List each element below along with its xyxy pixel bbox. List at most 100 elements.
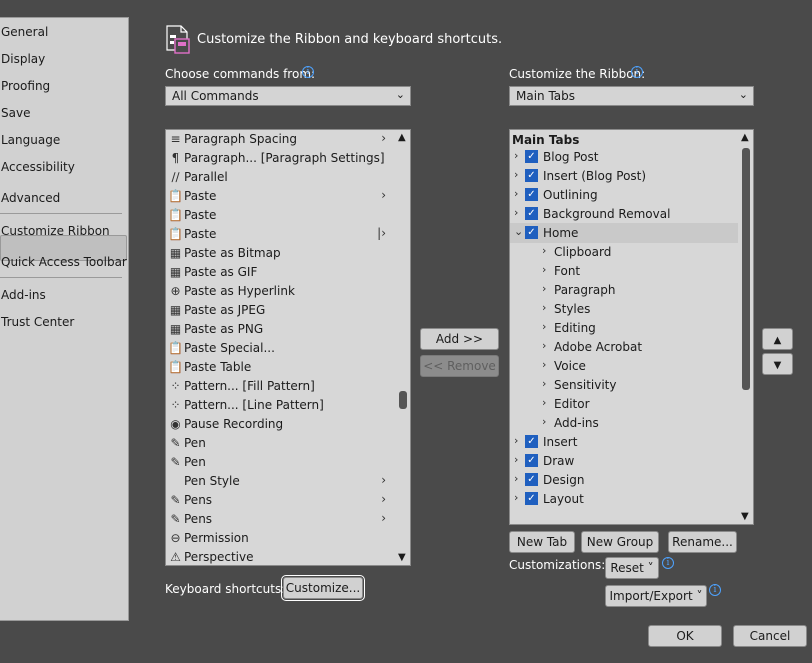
tree-group-item[interactable]: › Adobe Acrobat [510, 337, 738, 357]
chevron-right-icon[interactable]: › [514, 453, 518, 466]
tab-checkbox[interactable]: ✓ [525, 473, 538, 486]
tab-checkbox[interactable]: ✓ [525, 454, 538, 467]
command-item[interactable]: ▦ Paste as GIF [166, 263, 392, 282]
nav-item-save[interactable]: Save [1, 106, 30, 120]
nav-item-proofing[interactable]: Proofing [1, 79, 50, 93]
command-item[interactable]: ∕∕ Parallel [166, 168, 392, 187]
nav-item-general[interactable]: General [1, 25, 48, 39]
move-down-button[interactable]: ▼ [762, 353, 793, 375]
command-item[interactable]: ≡ Paragraph Spacing › [166, 130, 392, 149]
command-item[interactable]: ✎ Pens › [166, 510, 392, 529]
customize-shortcuts-button[interactable]: Customize... [281, 575, 365, 601]
chevron-right-icon[interactable]: › [514, 206, 518, 219]
cancel-button[interactable]: Cancel [733, 625, 807, 647]
nav-item-language[interactable]: Language [1, 133, 60, 147]
commands-list[interactable]: ≡ Paragraph Spacing › ¶ Paragraph... [Paragr… [165, 129, 411, 566]
info-icon[interactable]: i [631, 66, 643, 78]
new-tab-button[interactable]: New Tab [509, 531, 575, 553]
scroll-down-icon[interactable]: ▼ [741, 511, 749, 522]
command-item[interactable]: ⊕ Paste as Hyperlink [166, 282, 392, 301]
chevron-right-icon[interactable]: › [542, 301, 546, 314]
command-item[interactable]: ◉ Pause Recording [166, 415, 392, 434]
chevron-right-icon[interactable]: › [514, 491, 518, 504]
move-up-button[interactable]: ▲ [762, 328, 793, 350]
tree-tab-item[interactable]: › ✓ Insert [510, 432, 738, 452]
tab-checkbox[interactable]: ✓ [525, 188, 538, 201]
customize-ribbon-dropdown[interactable]: Main Tabs ⌄ [509, 86, 754, 106]
command-item[interactable]: ✎ Pens › [166, 491, 392, 510]
tree-group-item[interactable]: › Paragraph [510, 280, 738, 300]
scroll-up-icon[interactable]: ▲ [741, 132, 749, 143]
chevron-right-icon[interactable]: › [514, 149, 518, 162]
chevron-right-icon[interactable]: › [542, 358, 546, 371]
command-item[interactable]: ⁘ Pattern... [Fill Pattern] [166, 377, 392, 396]
remove-button[interactable]: << Remove [420, 355, 499, 377]
tree-group-item[interactable]: › Voice [510, 356, 738, 376]
chevron-right-icon[interactable]: › [542, 396, 546, 409]
chevron-right-icon[interactable]: › [542, 263, 546, 276]
import-export-button[interactable]: Import/Export ˅ [605, 585, 707, 607]
reset-button[interactable]: Reset ˅ [605, 557, 659, 579]
chevron-right-icon[interactable]: › [514, 472, 518, 485]
tree-group-item[interactable]: › Font [510, 261, 738, 281]
chevron-right-icon[interactable]: › [542, 339, 546, 352]
command-item[interactable]: ✎ Pen [166, 453, 392, 472]
command-item[interactable]: Pen Style › [166, 472, 392, 491]
chevron-right-icon[interactable]: › [514, 434, 518, 447]
tab-checkbox[interactable]: ✓ [525, 169, 538, 182]
command-item[interactable]: 📋 Paste › [166, 187, 392, 206]
tree-group-item[interactable]: › Styles [510, 299, 738, 319]
command-item[interactable]: ⁘ Pattern... [Line Pattern] [166, 396, 392, 415]
command-item[interactable]: 📋 Paste Table [166, 358, 392, 377]
tree-group-item[interactable]: › Editing [510, 318, 738, 338]
command-item[interactable]: ✎ Pen [166, 434, 392, 453]
scroll-down-icon[interactable]: ▼ [398, 552, 406, 563]
ok-button[interactable]: OK [648, 625, 722, 647]
tab-checkbox[interactable]: ✓ [525, 492, 538, 505]
tree-tab-item[interactable]: › ✓ Draw [510, 451, 738, 471]
tree-tab-item[interactable]: › ✓ Background Removal [510, 204, 738, 224]
scroll-thumb[interactable] [399, 391, 407, 409]
tree-group-item[interactable]: › Editor [510, 394, 738, 414]
chevron-right-icon[interactable]: › [542, 377, 546, 390]
tree-tab-item[interactable]: › ✓ Outlining [510, 185, 738, 205]
tree-scrollbar[interactable]: ▲ ▼ [739, 130, 753, 524]
chevron-right-icon[interactable]: › [542, 244, 546, 257]
tree-group-item[interactable]: › Add-ins [510, 413, 738, 433]
choose-commands-dropdown[interactable]: All Commands ⌄ [165, 86, 411, 106]
tab-checkbox[interactable]: ✓ [525, 150, 538, 163]
nav-item-quick-access-toolbar[interactable]: Quick Access Toolbar [1, 255, 127, 269]
command-item[interactable]: ▦ Paste as PNG [166, 320, 392, 339]
nav-item-accessibility[interactable]: Accessibility [1, 160, 75, 174]
nav-item-display[interactable]: Display [1, 52, 45, 66]
command-item[interactable]: 📋 Paste Special... [166, 339, 392, 358]
tree-tab-item[interactable]: › ✓ Blog Post [510, 147, 738, 167]
nav-item-trust-center[interactable]: Trust Center [1, 315, 74, 329]
command-item[interactable]: ▦ Paste as Bitmap [166, 244, 392, 263]
chevron-right-icon[interactable]: › [542, 320, 546, 333]
ribbon-tree[interactable]: Main Tabs › ✓ Blog Post › ✓ Insert (Blog Post… [509, 129, 754, 525]
tab-checkbox[interactable]: ✓ [525, 435, 538, 448]
command-item[interactable]: ¶ Paragraph... [Paragraph Settings] [166, 149, 392, 168]
tree-tab-item[interactable]: › ✓ Design [510, 470, 738, 490]
add-button[interactable]: Add >> [420, 328, 499, 350]
commands-scrollbar[interactable]: ▲ ▼ [396, 130, 410, 565]
chevron-right-icon[interactable]: › [542, 415, 546, 428]
tree-tab-item[interactable]: › ✓ Layout [510, 489, 738, 509]
chevron-right-icon[interactable]: › [542, 282, 546, 295]
command-item[interactable]: ⚠ Perspective [166, 548, 392, 565]
scroll-thumb[interactable] [742, 148, 750, 390]
nav-item-customize-ribbon[interactable]: Customize Ribbon [1, 224, 110, 238]
tab-checkbox[interactable]: ✓ [525, 207, 538, 220]
rename-button[interactable]: Rename... [668, 531, 737, 553]
info-icon[interactable]: i [302, 66, 314, 78]
chevron-right-icon[interactable]: › [514, 168, 518, 181]
info-icon[interactable]: i [662, 557, 674, 569]
nav-item-add-ins[interactable]: Add-ins [1, 288, 46, 302]
chevron-right-icon[interactable]: › [514, 187, 518, 200]
command-item[interactable]: ▦ Paste as JPEG [166, 301, 392, 320]
command-item[interactable]: 📋 Paste [166, 206, 392, 225]
tree-group-item[interactable]: › Sensitivity [510, 375, 738, 395]
tree-group-item[interactable]: › Clipboard [510, 242, 738, 262]
command-item[interactable]: ⊖ Permission [166, 529, 392, 548]
